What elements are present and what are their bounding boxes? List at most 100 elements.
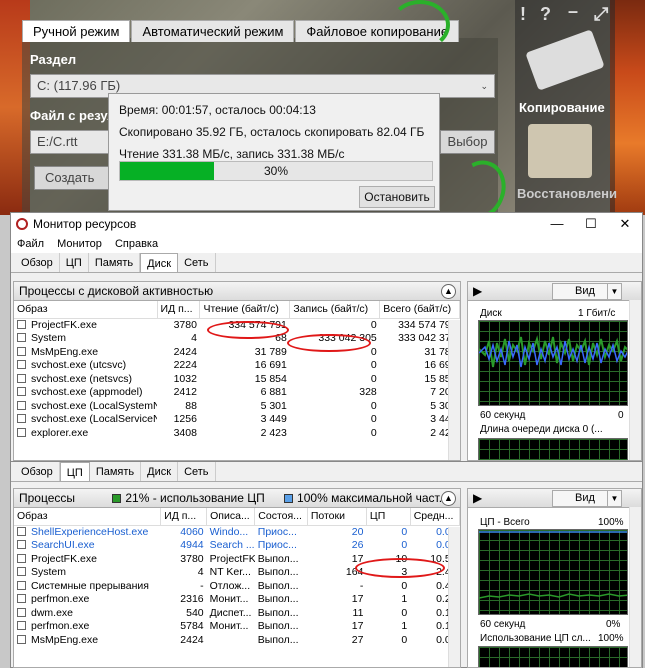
menu-help[interactable]: Справка: [115, 238, 158, 250]
column-header[interactable]: ЦП: [366, 508, 411, 526]
tab-memory[interactable]: Память: [89, 253, 141, 272]
tab-network[interactable]: Сеть: [178, 462, 216, 481]
row-checkbox[interactable]: [17, 333, 26, 343]
row-checkbox[interactable]: [17, 580, 26, 590]
row-checkbox[interactable]: [17, 634, 26, 644]
table-row[interactable]: explorer.exe 3408 2 423 0 2 423: [14, 426, 460, 440]
stop-button[interactable]: Остановить: [359, 186, 435, 208]
minimize-icon[interactable]: —: [540, 213, 574, 235]
view-dropdown[interactable]: Вид ▼: [552, 490, 622, 507]
row-checkbox[interactable]: [17, 387, 26, 397]
column-header[interactable]: Состоя...: [254, 508, 308, 526]
table-row[interactable]: perfmon.exe 2316 Монит... Выпол... 17 1 0.25: [14, 593, 460, 607]
table-row[interactable]: svchost.exe (LocalSystemNet...885 30105 …: [14, 399, 460, 413]
row-checkbox[interactable]: [17, 607, 26, 617]
table-row[interactable]: MsMpEng.exe 2424 31 789 0 31 789: [14, 345, 460, 359]
section-header[interactable]: Процессы 21% - использование ЦП 100% мак…: [14, 489, 460, 508]
column-header[interactable]: ИД п...: [157, 301, 201, 319]
warning-icon[interactable]: !: [520, 4, 526, 25]
cpu-graph-label: ЦП - Всего: [480, 517, 530, 528]
cell-value: 0: [401, 526, 408, 538]
chevron-down-icon: ▼: [607, 284, 621, 299]
expand-icon[interactable]: ▶: [473, 491, 482, 505]
table-row[interactable]: SearchUI.exe 4944 Search ... Приос... 26 0 0.0…: [14, 539, 460, 553]
table-row[interactable]: MsMpEng.exe 2424 Выпол... 27 0 0.05: [14, 633, 460, 647]
tab-cpu[interactable]: ЦП: [60, 253, 89, 272]
cell-value: 6 881: [260, 386, 287, 399]
row-checkbox[interactable]: [17, 553, 26, 563]
cell-value: 0: [401, 579, 408, 592]
expand-icon[interactable]: ▶: [473, 284, 482, 298]
table-row[interactable]: svchost.exe (appmodel) 2412 6 881 328 7 209: [14, 386, 460, 400]
process-name: System: [14, 332, 157, 346]
row-checkbox[interactable]: [17, 346, 26, 356]
row-checkbox[interactable]: [17, 373, 26, 383]
table-row[interactable]: ShellExperienceHost.exe 4060 Windo... Приос…: [14, 525, 460, 539]
resource-monitor-window: Монитор ресурсов — ☐ ✕ Файл Монитор Спра…: [10, 212, 643, 462]
tab-overview[interactable]: Обзор: [15, 462, 60, 481]
tab-manual[interactable]: Ручной режим: [22, 20, 131, 42]
collapse-icon[interactable]: ▲: [441, 491, 456, 506]
column-header[interactable]: Запись (байт/с): [289, 301, 381, 319]
row-checkbox[interactable]: [17, 400, 26, 410]
column-header[interactable]: Средн...: [410, 508, 460, 526]
help-icon[interactable]: ?: [540, 4, 551, 25]
column-header[interactable]: Чтение (байт/с): [199, 301, 291, 319]
column-header[interactable]: Образ: [14, 301, 158, 319]
table-row[interactable]: perfmon.exe 5784 Монит... Выпол... 17 1 0.12: [14, 620, 460, 634]
row-checkbox[interactable]: [17, 360, 26, 370]
scrollbar[interactable]: [448, 320, 460, 460]
scrollbar[interactable]: [629, 507, 641, 667]
row-checkbox[interactable]: [17, 594, 26, 604]
scroll-icon[interactable]: [528, 124, 592, 178]
row-checkbox[interactable]: [17, 540, 26, 550]
scrollbar[interactable]: [629, 300, 641, 460]
row-checkbox[interactable]: [17, 567, 26, 577]
row-checkbox[interactable]: [17, 527, 26, 536]
menu-file[interactable]: Файл: [17, 238, 44, 250]
tab-disk[interactable]: Диск: [140, 253, 179, 272]
table-row[interactable]: svchost.exe (utcsvc) 2224 16 691 0 16 691: [14, 359, 460, 373]
copy-mode-label[interactable]: Копирование: [519, 100, 605, 115]
process-name-text: dwm.exe: [31, 606, 74, 619]
row-checkbox[interactable]: [17, 320, 26, 329]
column-header[interactable]: Описа...: [206, 508, 256, 526]
column-header[interactable]: Всего (байт/с): [379, 301, 460, 319]
tab-network[interactable]: Сеть: [178, 253, 216, 272]
column-header[interactable]: Образ: [14, 508, 162, 526]
table-row[interactable]: Системные прерывания - Отлож... Выпол... -0 0…: [14, 579, 460, 593]
view-dropdown[interactable]: Вид ▼: [552, 283, 622, 300]
section-header[interactable]: Процессы с дисковой активностью ▲: [14, 282, 460, 301]
table-row[interactable]: dwm.exe 540 Диспет... Выпол... 11 0 0.16: [14, 606, 460, 620]
create-image-button[interactable]: Создать об: [34, 166, 110, 190]
tab-disk[interactable]: Диск: [141, 462, 179, 481]
cell-value: 0: [401, 606, 408, 619]
scrollbar[interactable]: [448, 527, 460, 667]
close-icon[interactable]: ✕: [608, 213, 642, 235]
file-path-input[interactable]: E:/C.rtt: [30, 130, 110, 154]
queue-length-label: Длина очереди диска 0 (...: [480, 424, 603, 435]
cell-value: 4: [197, 566, 204, 579]
tab-auto[interactable]: Автоматический режим: [131, 20, 295, 42]
tab-memory[interactable]: Память: [90, 462, 142, 481]
cell-value: 17: [351, 620, 364, 633]
tab-overview[interactable]: Обзор: [15, 253, 60, 272]
table-row[interactable]: svchost.exe (netsvcs) 1032 15 854 0 15 854: [14, 372, 460, 386]
tab-cpu[interactable]: ЦП: [59, 462, 90, 481]
minimize-icon[interactable]: –: [568, 1, 578, 22]
maximize-icon[interactable]: ☐: [574, 213, 608, 235]
restore-mode-label[interactable]: Восстановлени: [517, 186, 617, 201]
collapse-icon[interactable]: ▲: [441, 284, 456, 299]
process-name-text: MsMpEng.exe: [31, 633, 99, 646]
cell-value: 2424: [173, 345, 197, 358]
row-checkbox[interactable]: [17, 427, 26, 437]
row-checkbox[interactable]: [17, 414, 26, 424]
menu-monitor[interactable]: Монитор: [57, 238, 102, 250]
cell-value: 0: [370, 359, 377, 372]
fullscreen-icon[interactable]: ⤢: [594, 4, 608, 25]
column-header[interactable]: ИД п...: [160, 508, 208, 526]
column-header[interactable]: Потоки: [307, 508, 367, 526]
row-checkbox[interactable]: [17, 621, 26, 631]
table-row[interactable]: svchost.exe (LocalServiceNet... 1256 3 449…: [14, 413, 460, 427]
browse-button[interactable]: Выбор: [440, 130, 495, 154]
